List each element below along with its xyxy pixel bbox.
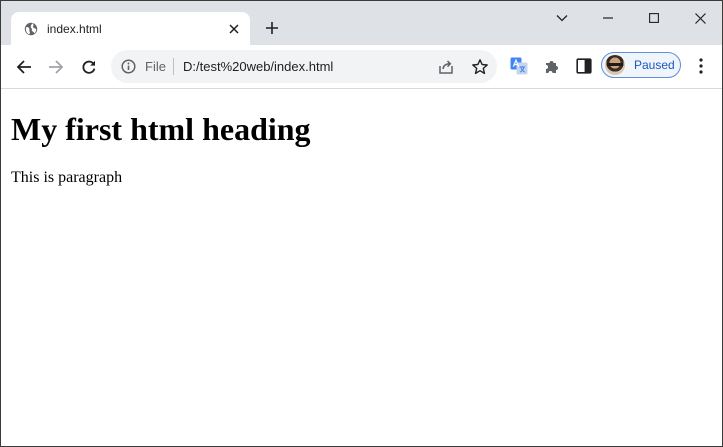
- forward-button[interactable]: [42, 53, 70, 81]
- browser-window: index.html File D:/test%20web/index.html…: [0, 0, 723, 447]
- maximize-button[interactable]: [631, 1, 677, 35]
- profile-button[interactable]: Paused: [601, 52, 681, 78]
- share-icon[interactable]: [437, 58, 455, 76]
- back-arrow-icon: [16, 60, 31, 74]
- minimize-icon: [603, 17, 613, 19]
- google-translate-icon[interactable]: [509, 56, 529, 76]
- address-bar[interactable]: File: [111, 50, 497, 83]
- url-input[interactable]: [183, 50, 423, 83]
- close-icon: [694, 12, 706, 24]
- tab-close-icon[interactable]: [226, 21, 242, 37]
- forward-arrow-icon: [49, 60, 64, 74]
- site-info-icon[interactable]: [121, 59, 136, 74]
- tab-index-html[interactable]: index.html: [11, 12, 250, 45]
- browser-toolbar: File D:/test%20web/index.html Paused: [1, 45, 722, 89]
- minimize-button[interactable]: [585, 1, 631, 35]
- scheme-label: File: [145, 59, 166, 74]
- tab-strip: index.html: [1, 1, 722, 45]
- plus-icon: [266, 22, 278, 34]
- chevron-down-icon: [556, 15, 568, 22]
- extensions-puzzle-icon[interactable]: [542, 56, 562, 76]
- page-heading: My first html heading: [11, 111, 311, 147]
- back-button[interactable]: [10, 53, 38, 81]
- new-tab-button[interactable]: [263, 19, 281, 37]
- omnibox-divider: [173, 58, 174, 75]
- globe-icon: [24, 22, 38, 36]
- avatar: [605, 55, 625, 75]
- tab-title: index.html: [47, 21, 102, 36]
- maximize-icon: [649, 13, 659, 23]
- profile-status-label: Paused: [634, 58, 675, 72]
- reload-button[interactable]: [75, 53, 103, 81]
- page-content: My first html heading This is paragraph: [1, 89, 722, 445]
- side-panel-icon[interactable]: [574, 56, 594, 76]
- bookmark-star-icon[interactable]: [471, 58, 489, 76]
- close-window-button[interactable]: [677, 1, 722, 35]
- reload-icon: [82, 60, 96, 74]
- tab-search-button[interactable]: [539, 1, 585, 35]
- more-menu-icon[interactable]: [691, 56, 711, 76]
- page-paragraph: This is paragraph: [11, 169, 123, 186]
